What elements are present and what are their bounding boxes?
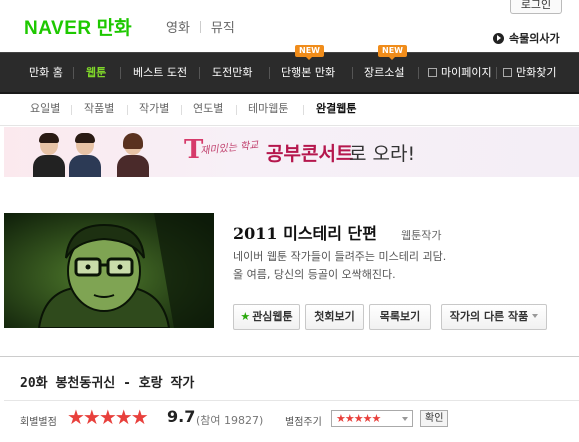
subnav-divider xyxy=(71,105,72,115)
first-episode-button[interactable]: 첫회보기 xyxy=(305,304,364,330)
other-works-label: 작가의 다른 작품 xyxy=(449,310,529,323)
give-rating-value: ★★★★★ xyxy=(336,412,381,425)
subnav-item-weekday[interactable]: 요일별 xyxy=(30,94,60,124)
naver-logo-text[interactable]: NAVER xyxy=(24,18,92,40)
top-header: NAVER 만화 영화 뮤직 로그인 속물의사가 xyxy=(0,0,579,50)
banner-person xyxy=(116,131,150,177)
subnav-item-year[interactable]: 연도별 xyxy=(193,94,223,124)
subnav-divider xyxy=(303,105,304,115)
divider xyxy=(199,20,201,33)
sokmul-label: 속물의사가 xyxy=(509,32,560,45)
webtoon-author[interactable]: 웹툰작가 xyxy=(401,227,441,243)
chevron-down-icon xyxy=(532,314,539,318)
nav-item-best-challenge[interactable]: 베스트 도전 xyxy=(133,53,187,93)
subnav-item-title[interactable]: 작품별 xyxy=(84,94,114,124)
star-icon: ★ xyxy=(240,310,251,323)
webtoon-actions: ★ 관심웹툰 첫회보기 목록보기 작가의 다른 작품 xyxy=(233,304,552,330)
favorite-webtoon-button[interactable]: ★ 관심웹툰 xyxy=(233,304,300,330)
nav-divider xyxy=(352,67,353,79)
nav-item-comic-search[interactable]: 만화찾기 xyxy=(503,53,556,93)
main-nav: 만화 홈 웹툰 베스트 도전 도전만화 NEW 단행본 만화 NEW 장르소설 … xyxy=(0,45,579,94)
chevron-down-icon xyxy=(402,417,408,421)
subnav-divider xyxy=(181,105,182,115)
banner-tail: 로 오라! xyxy=(349,143,416,165)
banner-script: 재미있는 학교 xyxy=(199,139,260,158)
episode-title: 20화 봉천동귀신 - 호랑 작가 xyxy=(20,376,195,391)
nav-item-book-comic[interactable]: NEW 단행본 만화 xyxy=(281,45,336,93)
rating-stars: ★★★★★ xyxy=(67,405,149,429)
nav-divider xyxy=(418,67,419,79)
nav-divider xyxy=(120,67,121,79)
nav-divider xyxy=(269,67,270,79)
nav-item-genre-novel-label: 장르소설 xyxy=(364,66,405,79)
episode-list-button[interactable]: 목록보기 xyxy=(369,304,431,330)
subnav-divider xyxy=(236,105,237,115)
subnav-divider xyxy=(127,105,128,115)
mypage-icon xyxy=(428,68,437,77)
search-icon xyxy=(503,68,512,77)
play-circle-icon xyxy=(493,32,504,44)
webtoon-description: 네이버 웹툰 작가들이 들려주는 미스테리 괴담. 올 여름, 당신의 등골이 … xyxy=(233,248,446,284)
promo-banner[interactable]: T 재미있는 학교 공부콘서트 로 오라! xyxy=(4,127,579,177)
sub-nav: 요일별 작품별 작가별 연도별 테마웹툰 완결웹툰 xyxy=(0,94,579,126)
author-other-works-dropdown[interactable]: 작가의 다른 작품 xyxy=(441,304,547,330)
login-button[interactable]: 로그인 xyxy=(510,0,562,14)
description-line: 올 여름, 당신의 등골이 오싹해진다. xyxy=(233,268,396,281)
nav-item-challenge-comic[interactable]: 도전만화 xyxy=(212,53,252,93)
episode-top-border xyxy=(0,356,579,357)
banner-person xyxy=(32,131,66,177)
thumbnail-illustration xyxy=(4,213,214,328)
description-line: 네이버 웹툰 작가들이 들려주는 미스테리 괴담. xyxy=(233,250,447,263)
nav-item-mypage-label: 마이페이지 xyxy=(441,66,492,79)
webtoon-title-row: 2011 미스테리 단편 웹툰작가 xyxy=(233,220,441,244)
webtoon-title: 2011 미스테리 단편 xyxy=(233,224,377,243)
confirm-rating-button[interactable]: 확인 xyxy=(420,410,449,427)
nav-item-mypage[interactable]: 마이페이지 xyxy=(428,53,492,93)
nav-item-book-comic-label: 단행본 만화 xyxy=(281,66,336,79)
banner-person xyxy=(68,131,102,177)
nav-item-genre-novel[interactable]: NEW 장르소설 xyxy=(364,45,407,93)
subnav-item-author[interactable]: 작가별 xyxy=(139,94,169,124)
nav-divider xyxy=(199,67,200,79)
naver-comic-logo[interactable]: NAVER 만화 xyxy=(24,13,132,40)
divider xyxy=(4,400,579,401)
manhwa-logo-text[interactable]: 만화 xyxy=(97,13,132,40)
subnav-item-completed[interactable]: 완결웹툰 xyxy=(316,94,356,124)
nav-divider xyxy=(73,67,74,79)
nav-item-comic-home[interactable]: 만화 홈 xyxy=(29,53,63,93)
new-badge: NEW xyxy=(378,45,407,60)
service-links: 영화 뮤직 xyxy=(166,17,235,36)
give-rating-label: 별점주기 xyxy=(285,417,322,428)
give-rating-select[interactable]: ★★★★★ xyxy=(331,410,413,427)
subnav-item-theme[interactable]: 테마웹툰 xyxy=(248,94,288,124)
new-badge: NEW xyxy=(295,45,324,60)
favorite-label: 관심웹툰 xyxy=(252,310,293,323)
rating-score: 9.7 xyxy=(167,407,196,426)
nav-item-webtoon[interactable]: 웹툰 xyxy=(86,53,106,93)
webtoon-thumbnail[interactable] xyxy=(4,213,214,328)
episode-rating-label: 회별별점 xyxy=(20,417,57,428)
service-link-movie[interactable]: 영화 xyxy=(166,17,190,36)
service-link-music[interactable]: 뮤직 xyxy=(211,17,235,36)
nav-divider xyxy=(496,67,497,79)
rating-participants: (참여 19827) xyxy=(196,414,264,427)
nav-item-comic-search-label: 만화찾기 xyxy=(516,66,557,79)
banner-title: 공부콘서트 xyxy=(266,143,354,165)
sokmul-link[interactable]: 속물의사가 xyxy=(493,30,560,46)
